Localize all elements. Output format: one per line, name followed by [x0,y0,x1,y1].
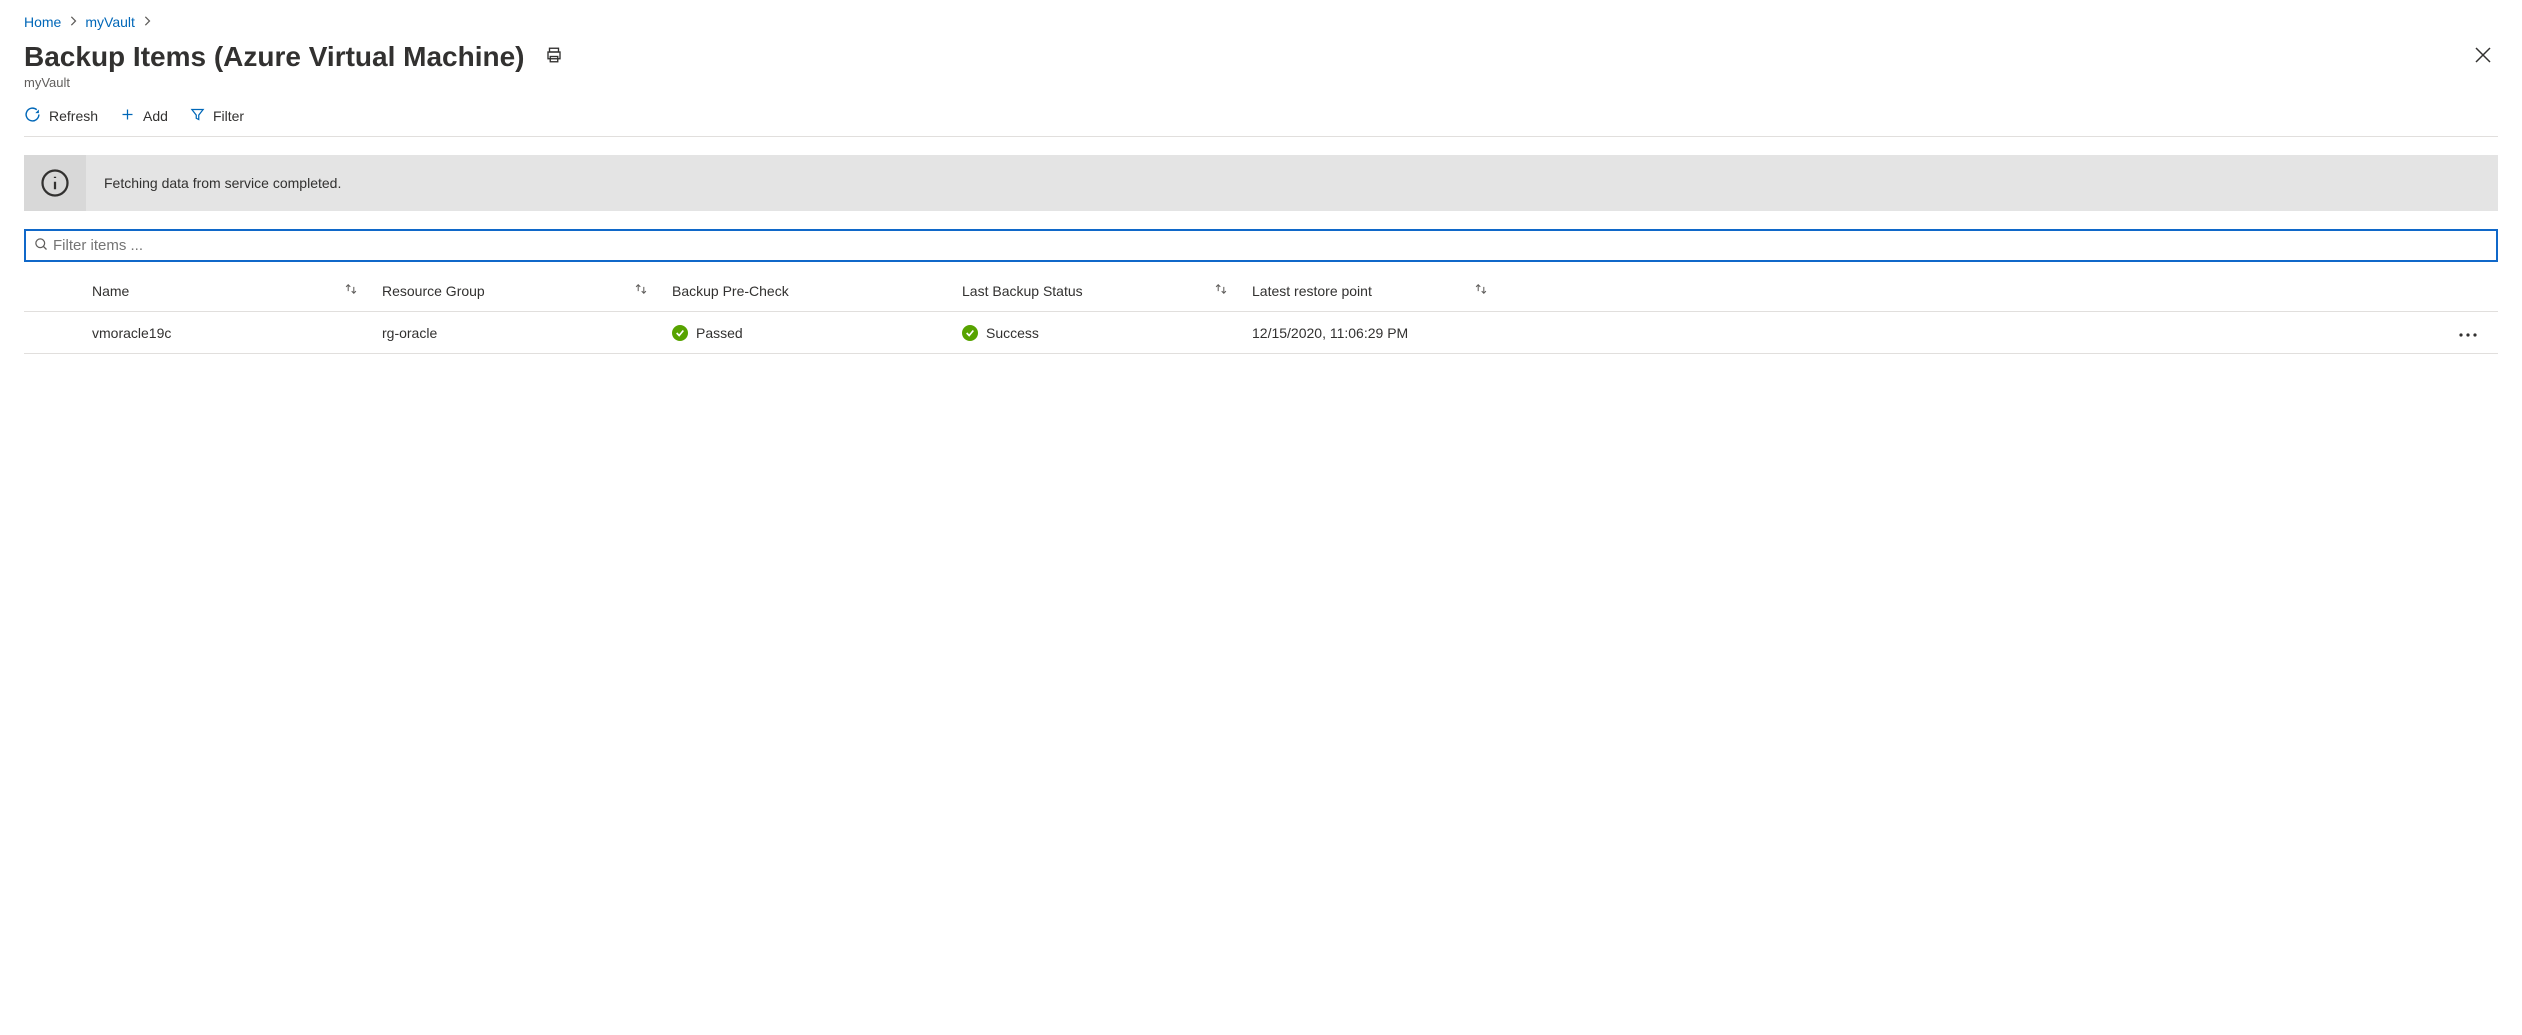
column-header-restore-point[interactable]: Latest restore point [1240,272,1500,309]
toolbar-label: Refresh [49,108,98,124]
success-icon [962,325,978,341]
toolbar-label: Filter [213,108,244,124]
cell-resource-group: rg-oracle [370,315,660,351]
chevron-right-icon [69,15,77,29]
search-icon [34,237,49,255]
breadcrumb-vault[interactable]: myVault [85,14,135,30]
filter-icon [190,107,205,125]
cell-name: vmoracle19c [80,315,370,351]
refresh-button[interactable]: Refresh [24,106,98,126]
sort-icon [1474,282,1488,299]
more-icon[interactable] [2459,325,2477,341]
column-header-name[interactable]: Name [80,272,370,309]
info-banner-text: Fetching data from service completed. [86,175,341,191]
sort-icon [344,282,358,299]
breadcrumb-home[interactable]: Home [24,14,61,30]
filter-items-wrap[interactable] [24,229,2498,262]
refresh-icon [24,106,41,126]
info-icon [24,155,86,211]
toolbar-label: Add [143,108,168,124]
plus-icon [120,107,135,125]
toolbar: Refresh Add Filter [24,90,2498,137]
sort-icon [634,282,648,299]
add-button[interactable]: Add [120,107,168,125]
close-icon[interactable] [2468,40,2498,73]
chevron-right-icon [143,15,151,29]
column-header-resource-group[interactable]: Resource Group [370,272,660,309]
column-header-precheck[interactable]: Backup Pre-Check [660,273,950,309]
backup-items-table: Name Resource Group [24,270,2498,354]
info-banner: Fetching data from service completed. [24,155,2498,211]
filter-button[interactable]: Filter [190,107,244,125]
column-header-status[interactable]: Last Backup Status [950,272,1240,309]
cell-restore-point: 12/15/2020, 11:06:29 PM [1240,315,1500,351]
sort-icon [1214,282,1228,299]
filter-items-input[interactable] [49,235,2488,256]
page-title: Backup Items (Azure Virtual Machine) [24,41,525,73]
success-icon [672,325,688,341]
breadcrumb: Home myVault [24,14,2498,30]
table-header: Name Resource Group [24,270,2498,312]
cell-precheck: Passed [660,315,950,351]
print-icon[interactable] [545,46,563,67]
table-row[interactable]: vmoracle19c rg-oracle Passed Success [24,312,2498,354]
cell-status: Success [950,315,1240,351]
page-subtitle: myVault [24,75,2498,90]
